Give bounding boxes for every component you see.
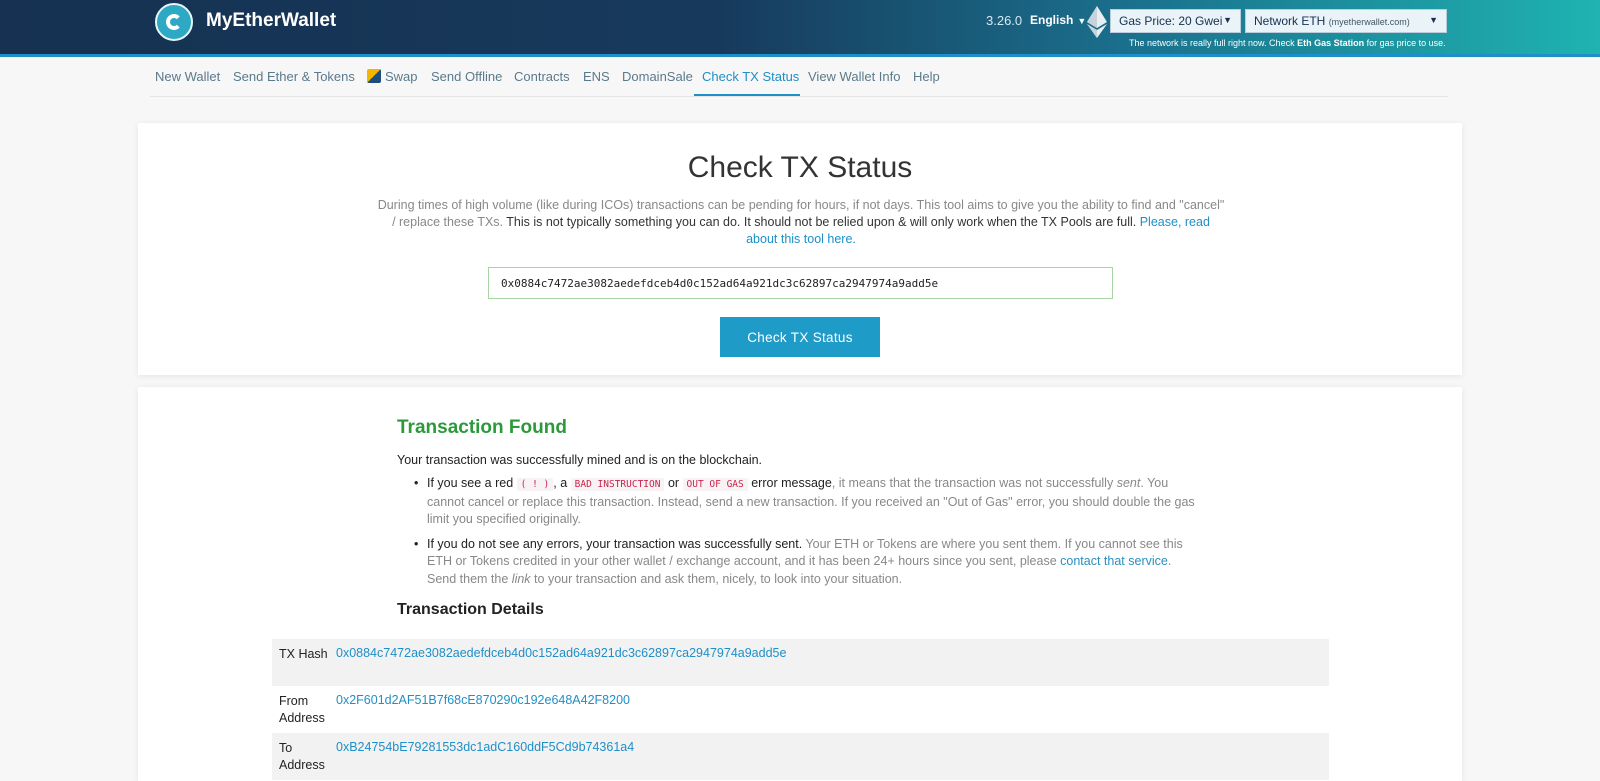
brand-name[interactable]: MyEtherWallet <box>206 10 336 32</box>
table-row: To Address 0xB24754bE79281553dc1adC160dd… <box>272 733 1329 780</box>
info-list: If you see a red ( ! ), a BAD INSTRUCTIO… <box>414 475 1203 595</box>
tab-contracts[interactable]: Contracts <box>514 69 570 84</box>
gas-price-dropdown[interactable]: Gas Price: 20 Gwei ▼ <box>1110 9 1241 33</box>
language-selector[interactable]: English ▼ <box>1030 13 1086 27</box>
tab-swap[interactable]: Swap <box>367 69 418 84</box>
result-card: Transaction Found Your transaction was s… <box>138 387 1462 781</box>
chevron-down-icon: ▼ <box>1429 15 1438 25</box>
tx-hash-input[interactable] <box>488 267 1113 299</box>
table-row: From Address 0x2F601d2AF51B7f68cE870290c… <box>272 686 1329 733</box>
eth-gas-station-link[interactable]: Eth Gas Station <box>1297 38 1364 48</box>
tab-view-wallet-info[interactable]: View Wallet Info <box>808 69 901 84</box>
tab-ens[interactable]: ENS <box>583 69 610 84</box>
ethereum-icon <box>1087 6 1107 38</box>
row-label: TX Hash <box>279 647 328 661</box>
tab-help[interactable]: Help <box>913 69 940 84</box>
list-item: If you see a red ( ! ), a BAD INSTRUCTIO… <box>414 475 1203 529</box>
tx-hash-link[interactable]: 0x0884c7472ae3082aedefdceb4d0c152ad64a92… <box>336 646 786 660</box>
tool-description: During times of high volume (like during… <box>377 198 1225 246</box>
list-item: If you do not see any errors, your trans… <box>414 536 1203 589</box>
tab-send-ether-tokens[interactable]: Send Ether & Tokens <box>233 69 355 84</box>
main-nav: New Wallet Send Ether & Tokens Swap Send… <box>150 57 1448 97</box>
active-tab-indicator <box>694 94 800 96</box>
version-label: 3.26.0 <box>986 13 1023 28</box>
tab-domainsale[interactable]: DomainSale <box>622 69 693 84</box>
transaction-found-heading: Transaction Found <box>397 417 567 438</box>
network-label: Network ETH <box>1254 14 1326 28</box>
contact-service-link[interactable]: contact that service <box>1060 554 1168 568</box>
tab-new-wallet[interactable]: New Wallet <box>155 69 220 84</box>
network-dropdown[interactable]: Network ETH (myetherwallet.com) ▼ <box>1245 9 1447 33</box>
details-heading: Transaction Details <box>397 601 544 618</box>
chevron-down-icon: ▼ <box>1077 16 1087 26</box>
tab-check-tx-status[interactable]: Check TX Status <box>702 69 799 84</box>
chevron-down-icon: ▼ <box>1223 15 1232 25</box>
language-label: English <box>1030 13 1074 27</box>
gas-warning-note: The network is really full right now. Ch… <box>1129 38 1446 48</box>
row-label: From Address <box>279 694 325 725</box>
success-message: Your transaction was successfully mined … <box>397 453 763 467</box>
network-host: (myetherwallet.com) <box>1328 17 1410 27</box>
table-row: TX Hash 0x0884c7472ae3082aedefdceb4d0c15… <box>272 639 1329 686</box>
top-header: MyEtherWallet 3.26.0 English ▼ Gas Price:… <box>0 0 1600 54</box>
tab-send-offline[interactable]: Send Offline <box>431 69 502 84</box>
details-table: TX Hash 0x0884c7472ae3082aedefdceb4d0c15… <box>272 639 1329 780</box>
gas-price-label: Gas Price: 20 Gwei <box>1119 14 1223 28</box>
check-tx-status-button[interactable]: Check TX Status <box>720 317 880 357</box>
swap-icon <box>367 69 381 83</box>
mew-logo-icon[interactable] <box>155 3 193 41</box>
row-label: To Address <box>279 741 325 772</box>
to-address-link[interactable]: 0xB24754bE79281553dc1adC160ddF5Cd9b74361… <box>336 740 634 754</box>
from-address-link[interactable]: 0x2F601d2AF51B7f68cE870290c192e648A42F82… <box>336 693 630 707</box>
page-title: Check TX Status <box>687 151 913 184</box>
check-tx-card: Check TX Status During times of high vol… <box>138 123 1462 375</box>
